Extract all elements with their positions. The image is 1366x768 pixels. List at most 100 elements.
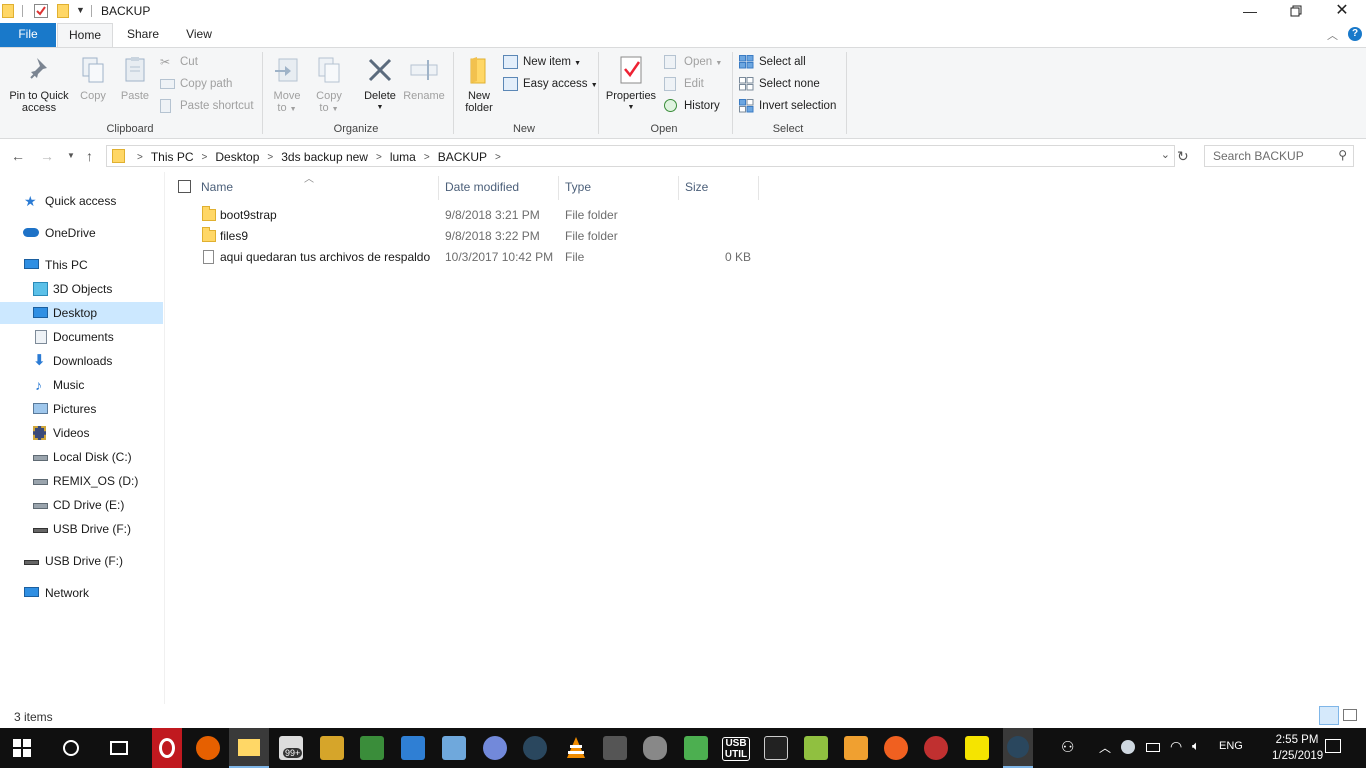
large-icons-view-icon[interactable]: [1343, 709, 1357, 721]
collapse-ribbon-chevron-icon[interactable]: ︿: [1327, 27, 1338, 43]
nav-network[interactable]: Network: [0, 582, 163, 604]
windows-start-icon[interactable]: [13, 739, 31, 757]
properties-chevron-icon[interactable]: ▼: [603, 102, 659, 114]
mail-badge-icon[interactable]: 99+: [279, 736, 303, 760]
chevron-right-icon[interactable]: >: [376, 152, 382, 163]
steam-icon[interactable]: [523, 736, 547, 760]
copy-to-button[interactable]: Copy to ▼: [310, 54, 348, 116]
nav-documents[interactable]: Documents: [0, 326, 163, 348]
usb-util-icon[interactable]: USB UTIL: [722, 737, 750, 761]
column-header-date-modified[interactable]: Date modified: [445, 180, 519, 194]
column-header-name[interactable]: Name: [201, 180, 233, 194]
opera-icon[interactable]: [152, 728, 182, 768]
nav-downloads[interactable]: ⬇ Downloads: [0, 350, 163, 372]
nav-music[interactable]: ♪ Music: [0, 374, 163, 396]
discord-icon[interactable]: [483, 736, 507, 760]
folder-dark-icon[interactable]: [764, 736, 788, 760]
history-button[interactable]: History: [664, 96, 720, 116]
pin-to-quick-access-button[interactable]: Pin to Quick access: [4, 54, 74, 114]
document-app-icon[interactable]: [401, 736, 425, 760]
address-dropdown-chevron-icon[interactable]: ⌄: [1161, 148, 1170, 161]
restore-button[interactable]: [1273, 0, 1319, 23]
nav-usb-drive[interactable]: USB Drive (F:): [0, 550, 163, 572]
column-header-size[interactable]: Size: [685, 180, 708, 194]
speaker-icon[interactable]: 🔈︎: [1192, 738, 1200, 754]
column-divider[interactable]: [438, 176, 439, 200]
chrome-remote-icon[interactable]: [924, 736, 948, 760]
action-center-icon[interactable]: [1325, 739, 1341, 753]
forward-arrow-icon[interactable]: →: [40, 148, 54, 164]
properties-button[interactable]: Properties ▼: [603, 54, 659, 114]
minimize-button[interactable]: —: [1227, 0, 1273, 23]
file-explorer-icon[interactable]: [229, 728, 269, 768]
media-player-icon[interactable]: [844, 736, 868, 760]
firefox-icon[interactable]: [196, 736, 220, 760]
invert-selection-button[interactable]: Invert selection: [739, 96, 836, 116]
nav-videos[interactable]: Videos: [0, 422, 163, 444]
nav-pictures[interactable]: Pictures: [0, 398, 163, 420]
move-to-button[interactable]: Move to ▼: [268, 54, 306, 116]
easy-access-button[interactable]: Easy access ▼: [503, 74, 598, 94]
customize-quick-access-chevron-icon[interactable]: ▼: [76, 5, 85, 15]
copy-path-button[interactable]: Copy path: [160, 74, 232, 94]
nav-this-pc[interactable]: This PC: [0, 254, 163, 276]
task-view-icon[interactable]: [110, 741, 128, 755]
nav-quick-access[interactable]: ★ Quick access: [0, 190, 163, 212]
new-folder-icon[interactable]: [57, 4, 69, 18]
steam-active-icon[interactable]: [1003, 728, 1033, 768]
nav-local-disk[interactable]: Local Disk (C:): [0, 446, 163, 468]
clock[interactable]: 2:55 PM 1/25/2019: [1272, 732, 1323, 764]
vlc-cone-icon[interactable]: [564, 736, 588, 760]
tab-view[interactable]: View: [172, 23, 226, 47]
search-input[interactable]: Search BACKUP ⚲: [1204, 145, 1354, 167]
delete-chevron-icon[interactable]: ▼: [359, 102, 401, 114]
wifi-icon[interactable]: ◠: [1170, 738, 1182, 755]
select-all-checkbox[interactable]: [178, 180, 191, 193]
address-bar[interactable]: > This PC > Desktop > 3ds backup new > l…: [106, 145, 1175, 167]
language-indicator[interactable]: ENG: [1219, 740, 1243, 752]
hiya-logo-icon[interactable]: [603, 736, 627, 760]
properties-checkmark-icon[interactable]: [34, 4, 48, 18]
refresh-icon[interactable]: ↻: [1177, 148, 1189, 165]
paste-shortcut-button[interactable]: Paste shortcut: [160, 96, 254, 116]
select-all-button[interactable]: Select all: [739, 52, 806, 72]
back-arrow-icon[interactable]: ←: [11, 148, 25, 164]
breadcrumb-luma[interactable]: luma: [390, 150, 416, 164]
chevron-right-icon[interactable]: >: [202, 152, 208, 163]
copy-button[interactable]: Copy: [76, 54, 110, 102]
table-row[interactable]: files9 9/8/2018 3:22 PM File folder: [196, 226, 756, 247]
tab-file[interactable]: File: [0, 23, 56, 47]
brush-app-icon[interactable]: [884, 736, 908, 760]
virtualbox-icon[interactable]: [442, 736, 466, 760]
recent-locations-chevron-icon[interactable]: ▼: [67, 151, 75, 160]
details-view-icon[interactable]: [1319, 706, 1339, 725]
steam-tray-icon[interactable]: [1121, 740, 1135, 754]
table-row[interactable]: boot9strap 9/8/2018 3:21 PM File folder: [196, 205, 756, 226]
show-hidden-icons-chevron-icon[interactable]: ︿: [1099, 739, 1111, 756]
breadcrumb-this-pc[interactable]: This PC: [151, 150, 194, 164]
nav-desktop[interactable]: Desktop: [0, 302, 163, 324]
column-header-type[interactable]: Type: [565, 180, 591, 194]
edit-button[interactable]: Edit: [664, 74, 704, 94]
close-button[interactable]: ✕: [1319, 0, 1365, 23]
table-row[interactable]: aqui quedaran tus archivos de respaldo 1…: [196, 247, 756, 268]
search-icon[interactable]: ⚲: [1338, 148, 1347, 162]
rename-button[interactable]: Rename: [402, 54, 446, 102]
nav-usb-drive-sub[interactable]: USB Drive (F:): [0, 518, 163, 540]
chevron-right-icon[interactable]: >: [424, 152, 430, 163]
cut-button[interactable]: ✂ Cut: [160, 52, 198, 72]
delete-button[interactable]: Delete ▼: [359, 54, 401, 114]
column-divider[interactable]: [678, 176, 679, 200]
tab-home[interactable]: Home: [57, 23, 113, 48]
search-circle-icon[interactable]: [63, 740, 79, 756]
spreadsheet-icon[interactable]: [360, 736, 384, 760]
sticky-notes-icon[interactable]: [965, 736, 989, 760]
wunderlist-icon[interactable]: [320, 736, 344, 760]
breadcrumb-backup[interactable]: BACKUP: [438, 150, 487, 164]
gamepad-icon[interactable]: [643, 736, 667, 760]
nav-remix-os[interactable]: REMIX_OS (D:): [0, 470, 163, 492]
android-house-icon[interactable]: [684, 736, 708, 760]
column-divider[interactable]: [758, 176, 759, 200]
column-divider[interactable]: [558, 176, 559, 200]
chevron-right-icon[interactable]: >: [495, 152, 501, 163]
